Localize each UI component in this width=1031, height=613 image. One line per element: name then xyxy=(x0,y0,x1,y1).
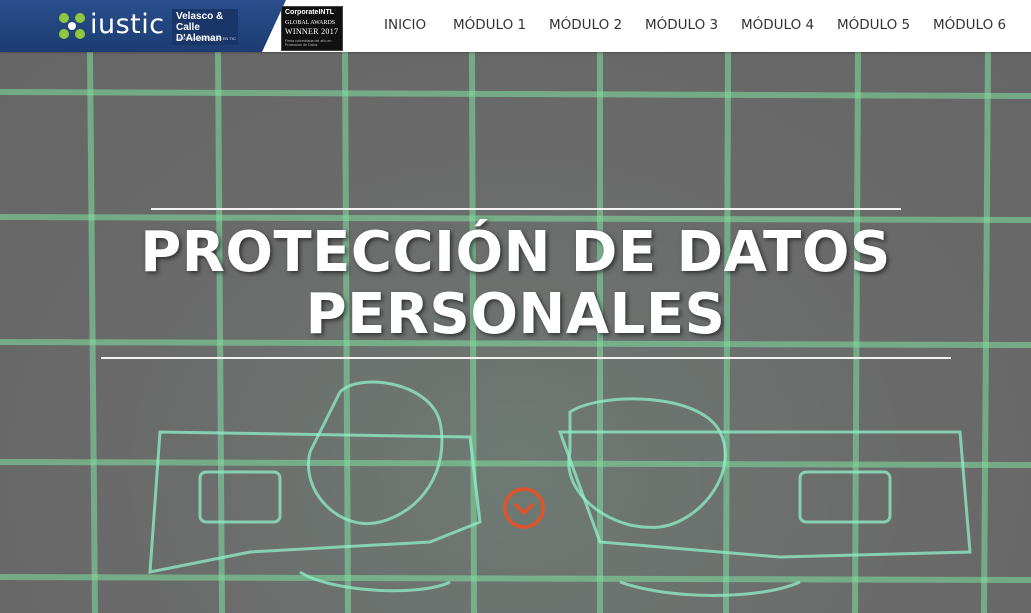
page-title: PROTECCIÓN DE DATOS PERSONALES xyxy=(0,222,1031,346)
partner-logo[interactable]: Velasco & Calle D'Aleman ABOGADOS EXPERT… xyxy=(172,9,238,45)
nav-modulo-4[interactable]: MÓDULO 4 xyxy=(741,17,814,33)
nav-modulo-6[interactable]: MÓDULO 6 xyxy=(933,17,1006,33)
award-line-3: WINNER 2017 xyxy=(285,27,339,36)
award-line-2: GLOBAL AWARDS xyxy=(285,20,336,26)
nav-modulo-3[interactable]: MÓDULO 3 xyxy=(645,17,718,33)
hero-section: PROTECCIÓN DE DATOS PERSONALES xyxy=(0,52,1031,613)
nav-modulo-5[interactable]: MÓDULO 5 xyxy=(837,17,910,33)
title-line-1: PROTECCIÓN DE DATOS xyxy=(140,220,891,285)
title-rule-top xyxy=(151,208,901,210)
title-line-2: PERSONALES xyxy=(305,282,726,347)
chevron-down-circle-icon[interactable] xyxy=(502,486,546,530)
award-badge: CorporateINTL GLOBAL AWARDS WINNER 2017 … xyxy=(281,6,343,51)
award-line-4: Firma colombiana del año en Protección d… xyxy=(285,39,332,47)
logo-text[interactable]: iustic xyxy=(90,8,165,42)
site-header: iustic Velasco & Calle D'Aleman ABOGADOS… xyxy=(0,0,1031,52)
nav-inicio[interactable]: INICIO xyxy=(384,17,426,33)
award-line-1: CorporateINTL xyxy=(285,9,334,16)
brand-block: iustic Velasco & Calle D'Aleman ABOGADOS… xyxy=(0,0,286,52)
iustic-logo-icon[interactable] xyxy=(57,11,87,41)
nav-modulo-1[interactable]: MÓDULO 1 xyxy=(453,17,526,33)
title-rule-bottom xyxy=(101,357,951,359)
partner-tagline: ABOGADOS EXPERTOS EN TIC xyxy=(176,36,236,41)
nav-modulo-2[interactable]: MÓDULO 2 xyxy=(549,17,622,33)
